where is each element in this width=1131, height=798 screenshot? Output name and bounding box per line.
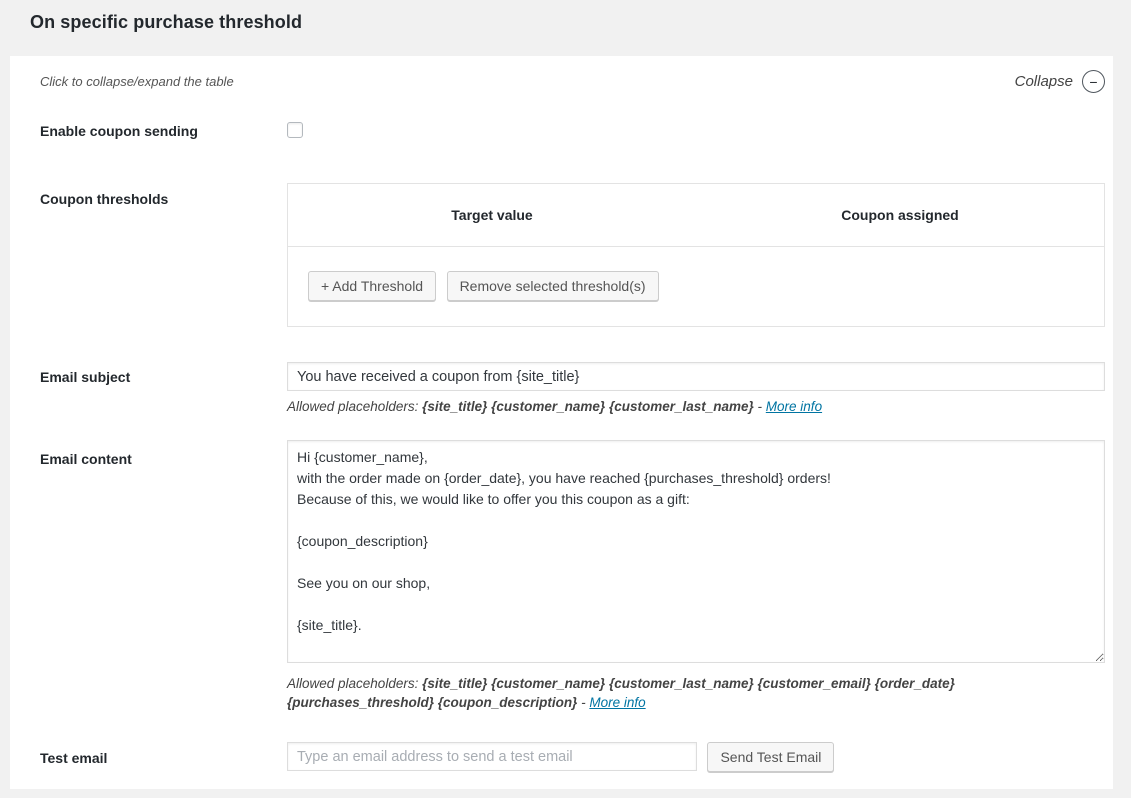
coupon-thresholds-label: Coupon thresholds xyxy=(33,183,287,209)
send-test-email-button[interactable]: Send Test Email xyxy=(707,742,834,772)
email-subject-help: Allowed placeholders: {site_title} {cust… xyxy=(287,397,1105,416)
email-subject-row: Email subject Allowed placeholders: {sit… xyxy=(33,362,1105,416)
collapse-row: Click to collapse/expand the table Colla… xyxy=(33,70,1105,93)
email-content-label: Email content xyxy=(33,440,287,469)
thresholds-column-coupon-assigned: Coupon assigned xyxy=(696,184,1105,247)
email-subject-input[interactable] xyxy=(287,362,1105,391)
help-prefix: Allowed placeholders: xyxy=(287,399,418,414)
more-info-link[interactable]: More info xyxy=(589,695,645,710)
collapse-minus-icon[interactable]: − xyxy=(1082,70,1105,93)
help-separator: - xyxy=(758,399,763,414)
collapse-toggle[interactable]: Collapse − xyxy=(1015,70,1105,93)
settings-panel: Click to collapse/expand the table Colla… xyxy=(10,56,1113,789)
email-content-row: Email content Hi {customer_name}, with t… xyxy=(33,440,1105,712)
email-content-help: Allowed placeholders: {site_title} {cust… xyxy=(287,674,1105,712)
collapse-label: Collapse xyxy=(1015,73,1073,90)
test-email-label: Test email xyxy=(33,742,287,768)
thresholds-column-target-value: Target value xyxy=(288,184,697,247)
enable-coupon-label: Enable coupon sending xyxy=(33,120,287,141)
test-email-row: Test email Send Test Email xyxy=(33,742,1105,772)
thresholds-actions-cell: + Add Threshold Remove selected threshol… xyxy=(288,247,1105,327)
thresholds-table: Target value Coupon assigned + Add Thres… xyxy=(287,183,1105,327)
email-subject-label: Email subject xyxy=(33,362,287,387)
add-threshold-button[interactable]: + Add Threshold xyxy=(308,271,436,301)
remove-threshold-button[interactable]: Remove selected threshold(s) xyxy=(447,271,659,301)
collapse-hint-text: Click to collapse/expand the table xyxy=(40,74,234,89)
email-content-textarea[interactable]: Hi {customer_name}, with the order made … xyxy=(287,440,1105,663)
enable-coupon-row: Enable coupon sending xyxy=(33,120,1105,143)
page-title: On specific purchase threshold xyxy=(0,0,1131,37)
help-separator: - xyxy=(581,695,586,710)
coupon-thresholds-row: Coupon thresholds Target value Coupon as… xyxy=(33,183,1105,327)
more-info-link[interactable]: More info xyxy=(766,399,822,414)
help-placeholders: {site_title} {customer_name} {customer_l… xyxy=(422,399,754,414)
help-prefix: Allowed placeholders: xyxy=(287,676,418,691)
enable-coupon-checkbox[interactable] xyxy=(287,122,303,138)
test-email-input[interactable] xyxy=(287,742,697,771)
